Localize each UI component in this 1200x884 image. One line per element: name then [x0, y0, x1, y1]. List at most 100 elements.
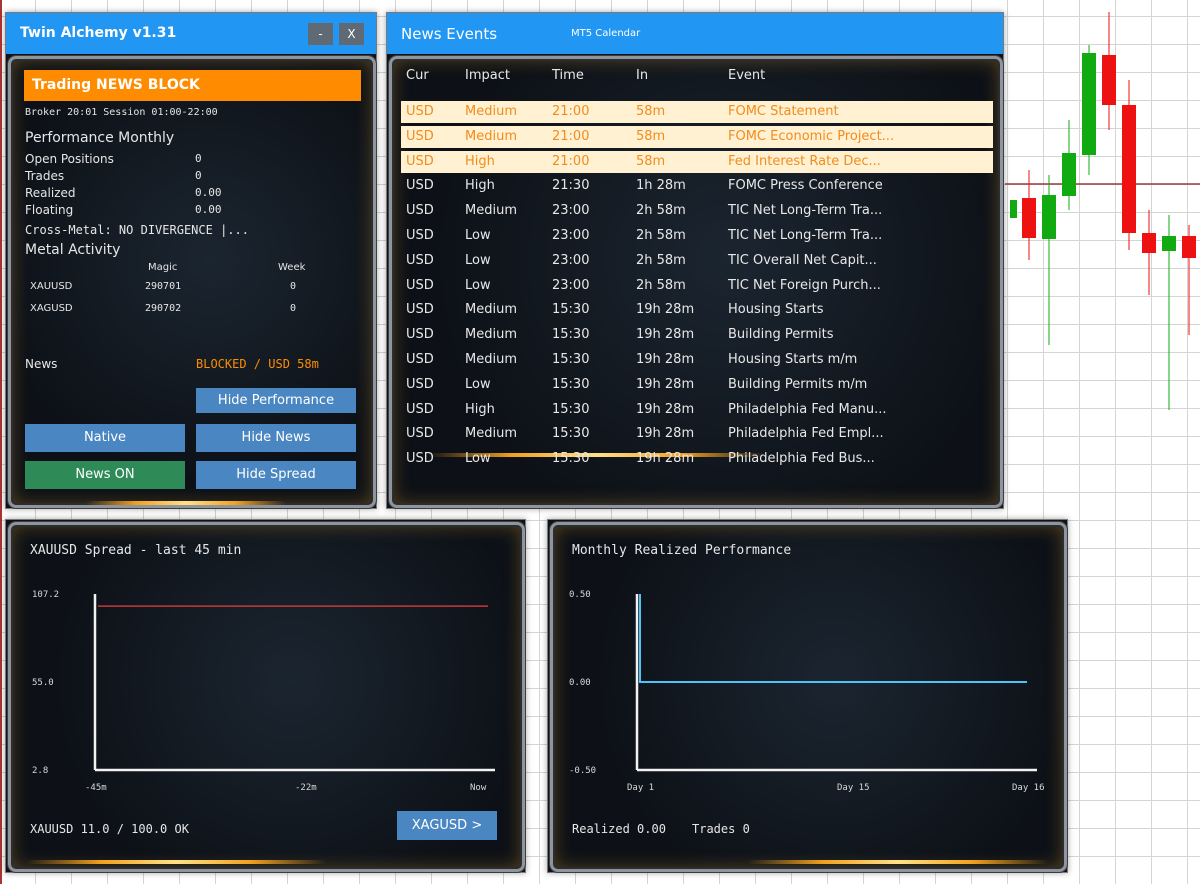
news-row[interactable]: USD Medium 23:00 2h 58m TIC Net Long-Term Tr… [401, 200, 993, 222]
news-cell-in: 19h 28m [636, 426, 695, 442]
news-cell-time: 15:30 [552, 352, 590, 367]
news-cell-in: 58m [636, 153, 666, 169]
hide-performance-button[interactable]: Hide Performance [196, 388, 356, 413]
news-cell-event: TIC Overall Net Capit... [728, 252, 877, 268]
news-cell-event: Philadelphia Fed Empl... [728, 426, 884, 442]
news-cell-in: 19h 28m [636, 352, 695, 367]
stat-label-realized: Realized [25, 186, 76, 200]
window-titlebar[interactable]: Twin Alchemy v1.31 - X [6, 13, 376, 54]
news-on-button[interactable]: News ON [25, 461, 185, 489]
news-cell-in: 2h 58m [636, 228, 686, 243]
news-cell-time: 23:00 [552, 228, 590, 243]
news-cell-cur: USD [406, 178, 434, 194]
col-week: Week [278, 262, 306, 273]
x-tick-label: -22m [295, 783, 317, 793]
news-cell-time: 15:30 [552, 401, 590, 417]
news-cell-time: 23:00 [552, 277, 590, 293]
y-tick-label: 0.00 [569, 678, 591, 688]
news-cell-event: Housing Starts m/m [728, 352, 858, 367]
xagusd-switch-button[interactable]: XAGUSD > [397, 811, 497, 840]
candles [1010, 12, 1196, 410]
y-tick-label: 55.0 [32, 678, 54, 688]
news-cell-in: 2h 58m [636, 252, 686, 268]
news-cell-in: 58m [636, 128, 666, 144]
news-window-title: News Events [401, 25, 498, 43]
spread-status: XAUUSD 11.0 / 100.0 OK [30, 822, 189, 836]
news-cell-impact: Medium [465, 104, 517, 119]
news-row[interactable]: USD Medium 21:00 58m FOMC Statement [401, 101, 993, 123]
news-cell-impact: High [465, 153, 495, 169]
perf-chart-title: Monthly Realized Performance [572, 543, 792, 558]
news-col-in[interactable]: In [636, 68, 648, 83]
terminal-edge [0, 0, 2, 884]
metal-symbol-xagusd: XAGUSD [30, 303, 73, 314]
news-col-time[interactable]: Time [552, 68, 584, 83]
perf-realized: Realized 0.00 [572, 822, 666, 836]
news-cell-cur: USD [406, 252, 434, 268]
news-row[interactable]: USD Low 15:30 19h 28m Building Permits m/m [401, 374, 993, 396]
news-cell-time: 21:00 [552, 153, 590, 169]
news-row[interactable]: USD Medium 21:00 58m FOMC Economic Project..… [401, 125, 993, 148]
cross-metal-status: Cross-Metal: NO DIVERGENCE |... [25, 223, 249, 237]
news-row[interactable]: USD High 21:30 1h 28m FOMC Press Conference [401, 175, 993, 197]
news-cell-impact: Low [465, 228, 491, 243]
y-tick-label: 2.8 [32, 766, 48, 776]
y-tick-label: 107.2 [32, 590, 59, 600]
news-cell-cur: USD [406, 153, 434, 169]
news-cell-time: 21:30 [552, 178, 590, 194]
news-col-impact[interactable]: Impact [465, 68, 510, 83]
news-cell-cur: USD [406, 104, 434, 119]
series-line [639, 594, 1027, 683]
news-row[interactable]: USD Medium 15:30 19h 28m Building Permits [401, 324, 993, 346]
news-cell-in: 1h 28m [636, 178, 686, 194]
news-cell-cur: USD [406, 302, 434, 318]
news-cell-cur: USD [406, 128, 434, 144]
news-col-cur[interactable]: Cur [406, 68, 429, 83]
news-row[interactable]: USD Low 23:00 2h 58m TIC Overall Net Capit..… [401, 250, 993, 272]
col-magic: Magic [148, 262, 178, 273]
news-row[interactable]: USD Medium 15:30 19h 28m Housing Starts [401, 299, 993, 321]
hide-news-button[interactable]: Hide News [196, 424, 356, 452]
hide-spread-button[interactable]: Hide Spread [196, 461, 356, 489]
news-cell-event: TIC Net Foreign Purch... [728, 277, 881, 293]
news-cell-cur: USD [406, 352, 434, 367]
news-cell-in: 19h 28m [636, 302, 695, 318]
metal-activity-heading: Metal Activity [25, 242, 121, 258]
news-cell-event: Fed Interest Rate Dec... [728, 153, 881, 169]
news-cell-time: 23:00 [552, 203, 590, 219]
perf-chart: 0.50 0.00 -0.50 Day 1 Day 15 Day 16 [569, 590, 1045, 793]
stat-label-open-positions: Open Positions [25, 152, 114, 166]
news-cell-time: 23:00 [552, 252, 590, 268]
x-tick-label: Day 1 [627, 783, 654, 793]
news-cell-in: 19h 28m [636, 327, 695, 343]
news-row[interactable]: USD Medium 15:30 19h 28m Housing Starts m/m [401, 349, 993, 371]
news-row[interactable]: USD High 21:00 58m Fed Interest Rate Dec... [401, 150, 993, 173]
news-cell-impact: Medium [465, 327, 517, 343]
news-row[interactable]: USD Low 23:00 2h 58m TIC Net Foreign Purch..… [401, 275, 993, 297]
close-button[interactable]: X [339, 23, 364, 45]
metal-week-xauusd: 0 [290, 281, 297, 292]
news-col-event[interactable]: Event [728, 68, 765, 83]
news-titlebar[interactable]: News Events MT5 Calendar [387, 13, 1003, 54]
news-row[interactable]: USD Low 15:30 19h 28m Philadelphia Fed Bus..… [401, 448, 993, 470]
news-row[interactable]: USD High 15:30 19h 28m Philadelphia Fed Manu… [401, 399, 993, 421]
news-cell-cur: USD [406, 451, 434, 467]
news-cell-in: 19h 28m [636, 451, 695, 467]
news-row[interactable]: USD Medium 15:30 19h 28m Philadelphia Fed Em… [401, 423, 993, 445]
spread-chart: 107.2 55.0 2.8 -45m -22m Now [32, 590, 495, 793]
broker-session-line: Broker 20:01 Session 01:00-22:00 [25, 107, 218, 118]
news-cell-impact: Low [465, 451, 491, 467]
news-row[interactable]: USD Low 23:00 2h 58m TIC Net Long-Term Tra..… [401, 225, 993, 247]
news-cell-impact: High [465, 178, 495, 194]
news-cell-impact: Medium [465, 203, 517, 219]
native-button[interactable]: Native [25, 424, 185, 452]
stat-value-open-positions: 0 [195, 152, 202, 165]
news-label: News [25, 357, 58, 371]
news-cell-cur: USD [406, 203, 434, 219]
news-cell-time: 21:00 [552, 128, 590, 144]
minimize-button[interactable]: - [308, 23, 333, 45]
x-tick-label: Day 15 [837, 783, 870, 793]
stat-value-realized: 0.00 [195, 186, 222, 199]
news-status: BLOCKED / USD 58m [196, 357, 319, 371]
news-cell-in: 2h 58m [636, 277, 686, 293]
